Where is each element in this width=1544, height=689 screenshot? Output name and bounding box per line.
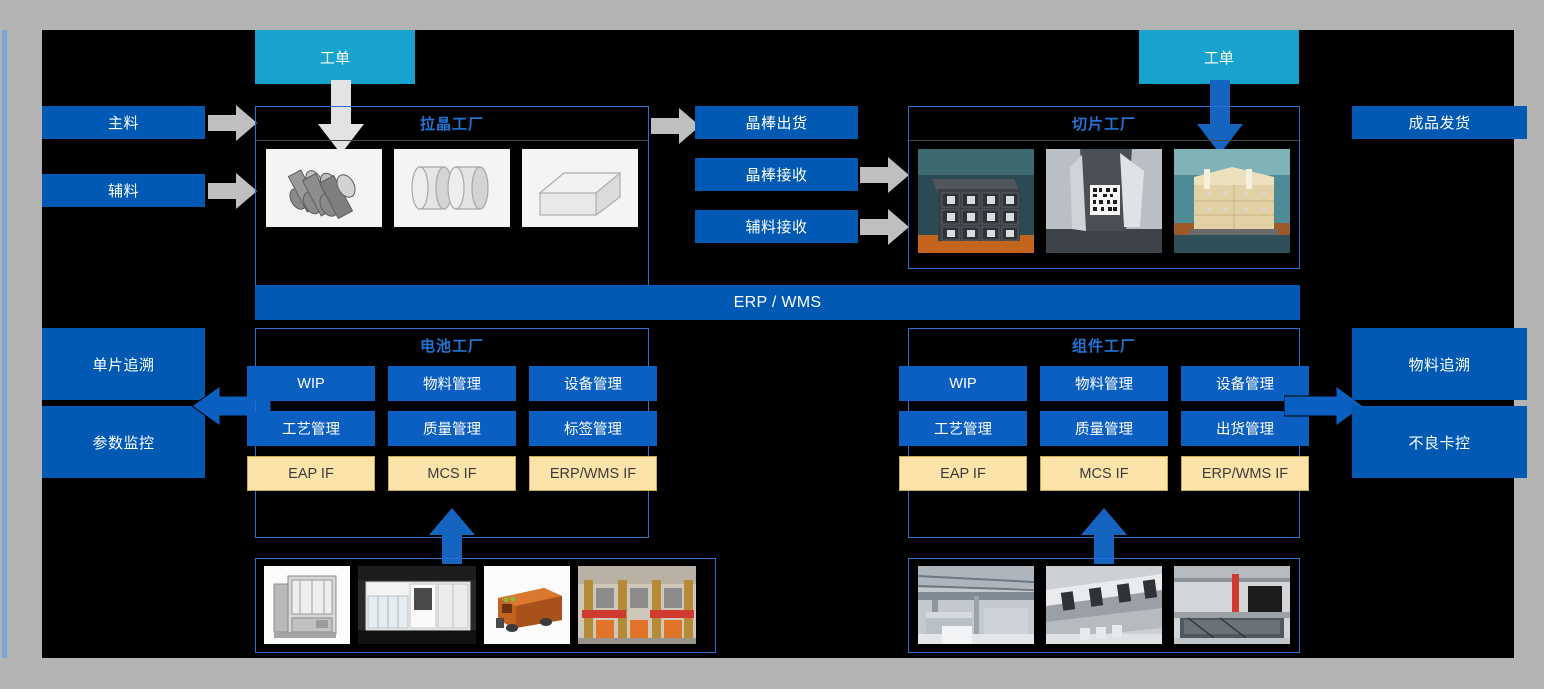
equipment-strip-module bbox=[908, 558, 1300, 653]
module-cell-mcs-if[interactable]: MCS IF bbox=[388, 456, 516, 491]
factory-photos-crystal bbox=[256, 141, 648, 227]
equipment-photos-module bbox=[909, 559, 1299, 651]
equipment-strip-cell bbox=[255, 558, 716, 653]
left-accent-strip bbox=[2, 30, 7, 658]
module-cell-equipment[interactable]: 设备管理 bbox=[529, 366, 657, 401]
module-mod-process[interactable]: 工艺管理 bbox=[899, 411, 1027, 446]
module-mod-quality[interactable]: 质量管理 bbox=[1040, 411, 1168, 446]
arrow-cell-equipment-up-icon bbox=[428, 508, 476, 564]
erp-wms-label: ERP / WMS bbox=[733, 293, 822, 311]
module-mod-erp-wms-if[interactable]: ERP/WMS IF bbox=[1181, 456, 1309, 491]
arrow-ingot-receive-icon bbox=[860, 155, 910, 195]
output-box-material-trace[interactable]: 物料追溯 bbox=[1352, 328, 1527, 400]
output-label-defect-control: 不良卡控 bbox=[1408, 434, 1471, 452]
work-order-box-right[interactable]: 工单 bbox=[1139, 30, 1299, 84]
flow-label-ingot-shipment: 晶棒出货 bbox=[745, 115, 808, 132]
module-cell-label[interactable]: 标签管理 bbox=[529, 411, 657, 446]
stacked-bricks-photo bbox=[918, 149, 1034, 253]
cell-furnace-photo bbox=[264, 566, 350, 644]
flow-box-ingot-receive[interactable]: 晶棒接收 bbox=[695, 158, 858, 191]
factory-panel-cell: 电池工厂 WIP 物料管理 设备管理 工艺管理 质量管理 标签管理 EAP IF… bbox=[247, 328, 657, 538]
module-cell-material[interactable]: 物料管理 bbox=[388, 366, 516, 401]
diagram-stage: 工单 工单 主料 辅料 拉晶工厂 晶棒出货 晶棒接收 辅料接收 切片工厂 成品发… bbox=[0, 0, 1544, 689]
flow-label-aux-receive: 辅料接收 bbox=[745, 219, 808, 236]
module-cell-eap-if[interactable]: EAP IF bbox=[247, 456, 375, 491]
arrow-module-equipment-up-icon bbox=[1080, 508, 1128, 564]
input-box-main-material[interactable]: 主料 bbox=[42, 106, 205, 139]
arrow-main-material-icon bbox=[208, 103, 258, 143]
qr-code-brick-photo bbox=[1046, 149, 1162, 253]
output-label-material-trace: 物料追溯 bbox=[1408, 356, 1471, 374]
module-workshop-photo bbox=[918, 566, 1034, 644]
wafer-cylinders-photo bbox=[394, 149, 510, 227]
flow-box-ingot-shipment[interactable]: 晶棒出货 bbox=[695, 106, 858, 139]
factory-title-slicing: 切片工厂 bbox=[909, 107, 1299, 141]
factory-title-crystal: 拉晶工厂 bbox=[256, 107, 648, 141]
input-label-aux-material: 辅料 bbox=[107, 183, 139, 200]
arrow-to-ingot-shipment-icon bbox=[651, 106, 701, 146]
module-mod-eap-if[interactable]: EAP IF bbox=[899, 456, 1027, 491]
module-cell-quality[interactable]: 质量管理 bbox=[388, 411, 516, 446]
factory-panel-slicing: 切片工厂 bbox=[908, 106, 1300, 269]
factory-photos-slicing bbox=[909, 141, 1299, 253]
crate-box-photo bbox=[522, 149, 638, 227]
module-laminator-photo bbox=[1174, 566, 1290, 644]
output-box-parameter-monitor[interactable]: 参数监控 bbox=[42, 406, 205, 478]
arrow-aux-receive-icon bbox=[860, 207, 910, 247]
output-box-defect-control[interactable]: 不良卡控 bbox=[1352, 406, 1527, 478]
factory-modules-module: WIP 物料管理 设备管理 工艺管理 质量管理 出货管理 EAP IF MCS … bbox=[899, 366, 1309, 491]
factory-panel-crystal: 拉晶工厂 bbox=[255, 106, 649, 296]
work-order-label-left: 工单 bbox=[319, 49, 350, 67]
output-label-parameter-monitor: 参数监控 bbox=[92, 434, 155, 452]
module-cell-erp-wms-if[interactable]: ERP/WMS IF bbox=[529, 456, 657, 491]
flow-box-aux-receive[interactable]: 辅料接收 bbox=[695, 210, 858, 243]
input-box-aux-material[interactable]: 辅料 bbox=[42, 174, 205, 207]
palletized-cartons-photo bbox=[1174, 149, 1290, 253]
factory-panel-module: 组件工厂 WIP 物料管理 设备管理 工艺管理 质量管理 出货管理 EAP IF… bbox=[899, 328, 1309, 538]
cell-production-line-photo bbox=[358, 566, 476, 644]
factory-modules-cell: WIP 物料管理 设备管理 工艺管理 质量管理 标签管理 EAP IF MCS … bbox=[247, 366, 657, 491]
factory-title-cell: 电池工厂 bbox=[419, 338, 484, 355]
output-box-finished-shipment[interactable]: 成品发货 bbox=[1352, 106, 1527, 139]
module-stringer-photo bbox=[1046, 566, 1162, 644]
output-label-finished-shipment: 成品发货 bbox=[1408, 115, 1471, 132]
module-cell-wip[interactable]: WIP bbox=[247, 366, 375, 401]
work-order-label-right: 工单 bbox=[1203, 49, 1234, 67]
agv-cart-photo bbox=[484, 566, 570, 644]
diagram-canvas: 工单 工单 主料 辅料 拉晶工厂 晶棒出货 晶棒接收 辅料接收 切片工厂 成品发… bbox=[42, 30, 1527, 658]
arrow-aux-material-icon bbox=[208, 171, 258, 211]
module-mod-wip[interactable]: WIP bbox=[899, 366, 1027, 401]
factory-title-module: 组件工厂 bbox=[1071, 338, 1136, 355]
module-mod-material[interactable]: 物料管理 bbox=[1040, 366, 1168, 401]
input-label-main-material: 主料 bbox=[107, 115, 139, 132]
work-order-box-left[interactable]: 工单 bbox=[255, 30, 415, 84]
equipment-photos-cell bbox=[256, 559, 715, 651]
ingot-rods-photo bbox=[266, 149, 382, 227]
cell-warehouse-photo bbox=[578, 566, 696, 644]
module-cell-process[interactable]: 工艺管理 bbox=[247, 411, 375, 446]
output-box-wafer-trace[interactable]: 单片追溯 bbox=[42, 328, 205, 400]
flow-label-ingot-receive: 晶棒接收 bbox=[745, 167, 808, 184]
module-mod-mcs-if[interactable]: MCS IF bbox=[1040, 456, 1168, 491]
output-label-wafer-trace: 单片追溯 bbox=[92, 356, 155, 374]
erp-wms-bar[interactable]: ERP / WMS bbox=[255, 285, 1300, 320]
